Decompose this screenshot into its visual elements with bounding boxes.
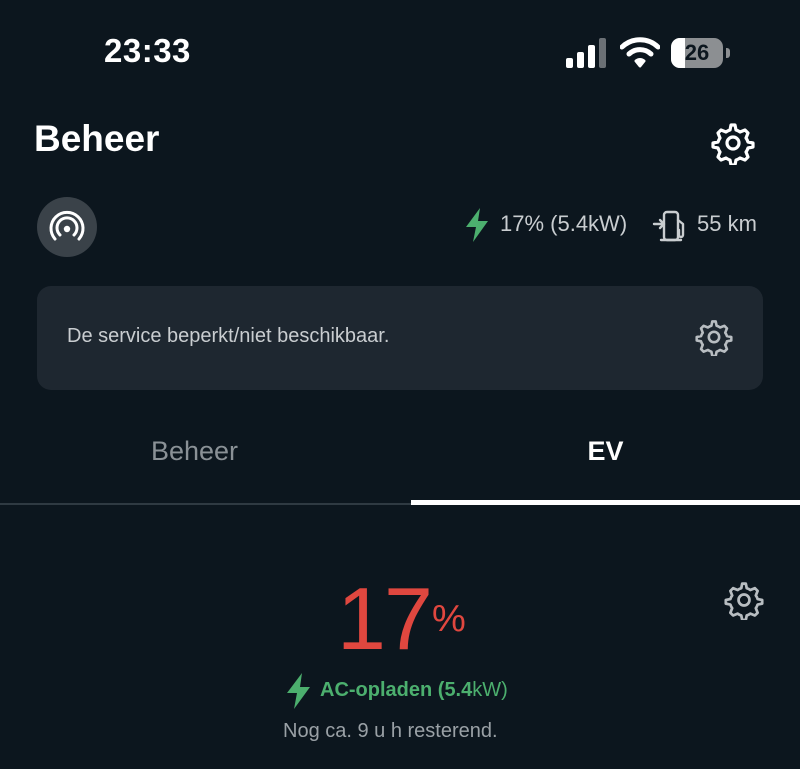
- tab-ev[interactable]: EV: [411, 436, 800, 476]
- range-summary: 55 km: [697, 211, 757, 236]
- wifi-icon: [620, 37, 660, 68]
- page-title: Beheer: [34, 118, 160, 159]
- battery-level: 26: [684, 40, 710, 65]
- battery-tip: [726, 48, 730, 58]
- charging-status: AC-opladen (5.4kW): [320, 679, 508, 702]
- lightning-bolt-icon: [287, 673, 310, 709]
- gear-icon[interactable]: [695, 318, 733, 356]
- charging-power-value: 5.4: [444, 679, 473, 701]
- gear-icon[interactable]: [711, 121, 755, 165]
- connection-status-button[interactable]: [37, 197, 97, 257]
- battery-soc-value: 17: [337, 569, 433, 668]
- battery-soc-unit: %: [432, 598, 466, 640]
- cellular-signal-icon: [566, 38, 606, 68]
- status-time: 23:33: [104, 32, 191, 69]
- charging-station-icon: [652, 210, 685, 242]
- gear-icon[interactable]: [724, 580, 764, 620]
- signal-broadcast-icon: [49, 210, 85, 241]
- charging-label: AC-opladen (: [320, 679, 445, 701]
- lightning-bolt-icon: [466, 208, 488, 242]
- charge-summary: 17% (5.4kW): [500, 211, 628, 236]
- service-message: De service beperkt/niet beschikbaar.: [67, 325, 390, 347]
- battery-indicator: 26: [671, 38, 731, 68]
- tab-beheer[interactable]: Beheer: [0, 436, 389, 476]
- active-tab-indicator: [411, 500, 800, 505]
- time-remaining: Nog ca. 9 u h resterend.: [283, 720, 498, 742]
- charging-power-unit: kW): [472, 679, 508, 701]
